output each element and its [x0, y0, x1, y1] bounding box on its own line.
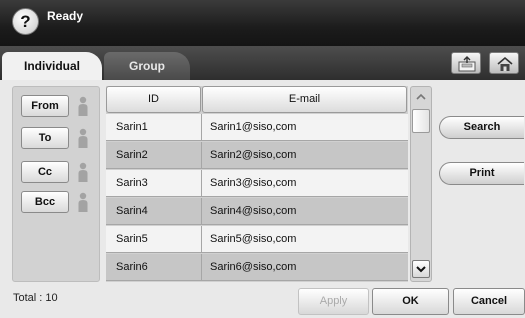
- person-icon: [78, 162, 88, 182]
- address-table: ID E-mail Sarin1 Sarin1@siso,com Sarin2 …: [106, 86, 408, 282]
- chevron-down-icon: [416, 266, 426, 273]
- person-icon: [78, 96, 88, 116]
- address-book-screen: ? Ready Individual Group From To Cc Bcc …: [0, 0, 525, 318]
- recipient-panel: From To Cc Bcc: [12, 86, 100, 282]
- to-button[interactable]: To: [21, 127, 69, 149]
- column-divider: [201, 142, 202, 169]
- ok-button[interactable]: OK: [372, 288, 449, 315]
- tab-bar: Individual Group: [0, 46, 525, 80]
- table-row[interactable]: Sarin5 Sarin5@siso,com: [106, 226, 408, 253]
- total-count: Total : 10: [13, 292, 58, 304]
- help-icon[interactable]: ?: [12, 8, 39, 35]
- table-row[interactable]: Sarin1 Sarin1@siso,com: [106, 114, 408, 141]
- cc-button[interactable]: Cc: [21, 161, 69, 183]
- tab-individual[interactable]: Individual: [2, 52, 102, 80]
- table-row[interactable]: Sarin2 Sarin2@siso,com: [106, 142, 408, 169]
- scroll-thumb[interactable]: [412, 109, 430, 133]
- export-button[interactable]: [451, 52, 481, 74]
- cell-email: Sarin5@siso,com: [210, 233, 297, 245]
- cell-id: Sarin6: [116, 261, 148, 273]
- column-header-email[interactable]: E-mail: [202, 86, 407, 113]
- table-row[interactable]: Sarin4 Sarin4@siso,com: [106, 198, 408, 225]
- status-text: Ready: [47, 9, 84, 23]
- cancel-button[interactable]: Cancel: [453, 288, 525, 315]
- cell-email: Sarin3@siso,com: [210, 177, 297, 189]
- home-icon: [497, 56, 513, 71]
- column-header-id[interactable]: ID: [106, 86, 201, 113]
- search-button[interactable]: Search: [439, 116, 524, 139]
- scroll-down-button[interactable]: [412, 260, 430, 278]
- apply-button[interactable]: Apply: [298, 288, 369, 315]
- cell-id: Sarin5: [116, 233, 148, 245]
- cell-email: Sarin2@siso,com: [210, 149, 297, 161]
- person-icon: [78, 128, 88, 148]
- chevron-up-icon[interactable]: [412, 88, 430, 106]
- column-divider: [201, 254, 202, 281]
- cell-id: Sarin4: [116, 205, 148, 217]
- table-row[interactable]: Sarin3 Sarin3@siso,com: [106, 170, 408, 197]
- print-button[interactable]: Print: [439, 162, 524, 185]
- column-divider: [201, 198, 202, 225]
- cell-id: Sarin2: [116, 149, 148, 161]
- table-row[interactable]: Sarin6 Sarin6@siso,com: [106, 254, 408, 281]
- column-divider: [201, 114, 202, 141]
- cell-id: Sarin1: [116, 121, 148, 133]
- tab-group[interactable]: Group: [104, 52, 190, 80]
- cell-email: Sarin6@siso,com: [210, 261, 297, 273]
- person-icon: [78, 192, 88, 212]
- from-button[interactable]: From: [21, 95, 69, 117]
- table-scrollbar[interactable]: [410, 86, 432, 282]
- export-tray-icon: [458, 56, 476, 72]
- column-divider: [201, 170, 202, 197]
- status-bar: ? Ready: [0, 0, 525, 46]
- cell-id: Sarin3: [116, 177, 148, 189]
- home-button[interactable]: [489, 52, 519, 74]
- column-divider: [201, 226, 202, 253]
- bcc-button[interactable]: Bcc: [21, 191, 69, 213]
- cell-email: Sarin4@siso,com: [210, 205, 297, 217]
- cell-email: Sarin1@siso,com: [210, 121, 297, 133]
